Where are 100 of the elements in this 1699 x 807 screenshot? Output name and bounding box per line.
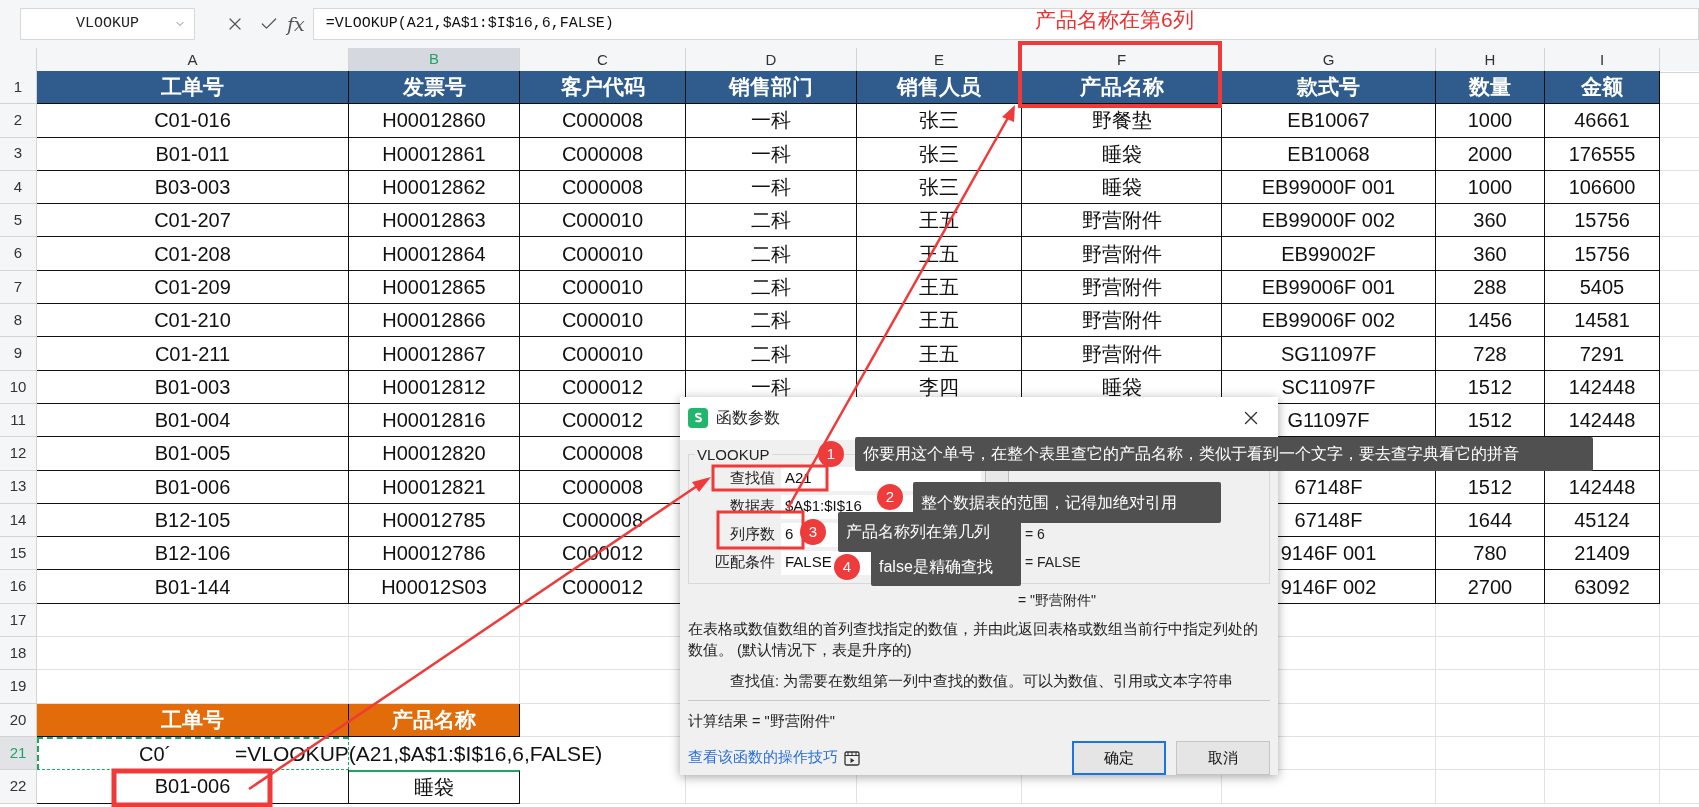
- row-number[interactable]: 5: [0, 204, 37, 238]
- table-cell: 二科: [686, 237, 857, 271]
- header-cell: 工单号: [37, 71, 349, 105]
- row-number[interactable]: 19: [0, 670, 37, 704]
- table-cell: C01-209: [37, 270, 349, 305]
- table-cell: H00012860: [349, 104, 520, 138]
- header-cell: 发票号: [349, 71, 520, 105]
- header-cell: 产品名称: [349, 703, 520, 737]
- tooltip: false是精确查找: [871, 548, 1021, 586]
- table-cell: EB99002F: [1222, 237, 1436, 271]
- table-cell: EB99000F 002: [1222, 204, 1436, 238]
- table-cell: B01-006: [37, 770, 349, 804]
- row-number[interactable]: 14: [0, 503, 37, 538]
- row-number[interactable]: 17: [0, 603, 37, 638]
- argument-label: 查找值: [729, 468, 775, 489]
- table-cell: 360: [1436, 204, 1545, 238]
- row-number[interactable]: 10: [0, 370, 37, 404]
- row-number[interactable]: 3: [0, 137, 37, 171]
- header-cell: 销售部门: [686, 71, 857, 105]
- row-number[interactable]: 15: [0, 537, 37, 571]
- tooltip: 你要用这个单号，在整个表里查它的产品名称，类似于看到一个文字，要去查字典看它的拼音: [855, 437, 1593, 471]
- table-cell: 2000: [1436, 137, 1545, 171]
- table-cell: H00012861: [349, 137, 520, 171]
- table-cell: 一科: [686, 170, 857, 205]
- table-cell: C01-208: [37, 237, 349, 271]
- header-cell: 工单号: [37, 703, 349, 737]
- table-cell: 1000: [1436, 170, 1545, 205]
- table-cell: 睡袋: [1022, 137, 1222, 171]
- table-cell: C01-207: [37, 204, 349, 238]
- row-number[interactable]: 1: [0, 71, 37, 105]
- tooltip: 产品名称列在第几列: [838, 512, 1021, 552]
- table-cell: 1456: [1436, 304, 1545, 338]
- table-cell: 7291: [1545, 337, 1660, 371]
- table-cell: C01-016: [37, 104, 349, 138]
- row-number[interactable]: 12: [0, 437, 37, 471]
- dialog-button[interactable]: 确定: [1072, 741, 1166, 775]
- function-button[interactable]: fx: [287, 9, 305, 39]
- table-cell: 睡袋: [1022, 170, 1222, 205]
- table-cell: H00012821: [349, 470, 520, 504]
- table-cell: 1512: [1436, 370, 1545, 404]
- table-cell: H00012S03: [349, 570, 520, 604]
- table-cell: H00012862: [349, 170, 520, 205]
- tooltip: 整个数据表的范围，记得加绝对引用: [913, 482, 1221, 523]
- video-icon: [844, 750, 860, 766]
- table-cell: B03-003: [37, 170, 349, 205]
- header-cell: 款式号: [1222, 71, 1436, 105]
- row-number[interactable]: 9: [0, 337, 37, 371]
- table-cell: C000010: [520, 304, 686, 338]
- table-cell: B01-006: [37, 470, 349, 504]
- row-number[interactable]: 2: [0, 104, 37, 138]
- table-cell: 二科: [686, 337, 857, 371]
- table-cell: 21409: [1545, 537, 1660, 571]
- calculation-result: 计算结果 = "野营附件": [688, 712, 836, 732]
- table-cell: C000008: [520, 170, 686, 205]
- table-cell: 1000: [1436, 104, 1545, 138]
- annotation-title: 产品名称在第6列: [1035, 7, 1194, 33]
- table-cell: 288: [1436, 270, 1545, 305]
- dialog-button[interactable]: 取消: [1176, 741, 1270, 775]
- table-cell: B01-011: [37, 137, 349, 171]
- table-cell: 106600: [1545, 170, 1660, 205]
- table-cell: C01-211: [37, 337, 349, 371]
- app-icon: [688, 408, 708, 429]
- row-number[interactable]: 22: [0, 770, 37, 804]
- row-number[interactable]: 16: [0, 570, 37, 604]
- table-cell: 63092: [1545, 570, 1660, 604]
- tips-link[interactable]: 查看该函数的操作技巧: [688, 747, 838, 769]
- table-cell: C000008: [520, 137, 686, 171]
- table-cell: B01-003: [37, 370, 349, 404]
- table-cell: 14581: [1545, 304, 1660, 338]
- table-cell: H00012785: [349, 503, 520, 538]
- row-number[interactable]: 4: [0, 170, 37, 205]
- table-cell: 142448: [1545, 370, 1660, 404]
- table-cell: 一科: [686, 137, 857, 171]
- step-badge: 1: [818, 441, 844, 467]
- table-cell: C000010: [520, 237, 686, 271]
- table-cell: 二科: [686, 270, 857, 305]
- table-cell: 野营附件: [1022, 337, 1222, 371]
- header-cell: 客户代码: [520, 71, 686, 105]
- row-number[interactable]: 18: [0, 637, 37, 671]
- table-cell: 15756: [1545, 204, 1660, 238]
- row-number[interactable]: 7: [0, 270, 37, 305]
- table-cell: 野营附件: [1022, 237, 1222, 271]
- table-cell: H00012786: [349, 537, 520, 571]
- table-cell: 176555: [1545, 137, 1660, 171]
- argument-help: 查找值: 为需要在数组第一列中查找的数值。可以为数值、引用或文本字符串: [730, 671, 1235, 691]
- table-cell: H00012865: [349, 270, 520, 305]
- table-cell: 野营附件: [1022, 204, 1222, 238]
- table-cell: 二科: [686, 304, 857, 338]
- table-cell: 张三: [857, 170, 1022, 205]
- argument-result: = FALSE: [1025, 553, 1081, 572]
- row-number[interactable]: 6: [0, 237, 37, 271]
- name-box[interactable]: VLOOKUP: [20, 8, 195, 40]
- table-cell: C000010: [520, 270, 686, 305]
- table-cell: 野餐垫: [1022, 104, 1222, 138]
- row-number[interactable]: 20: [0, 703, 37, 737]
- row-number[interactable]: 8: [0, 304, 37, 338]
- row-number[interactable]: 11: [0, 403, 37, 438]
- row-number[interactable]: 13: [0, 470, 37, 504]
- table-cell: 780: [1436, 537, 1545, 571]
- table-cell: 46661: [1545, 104, 1660, 138]
